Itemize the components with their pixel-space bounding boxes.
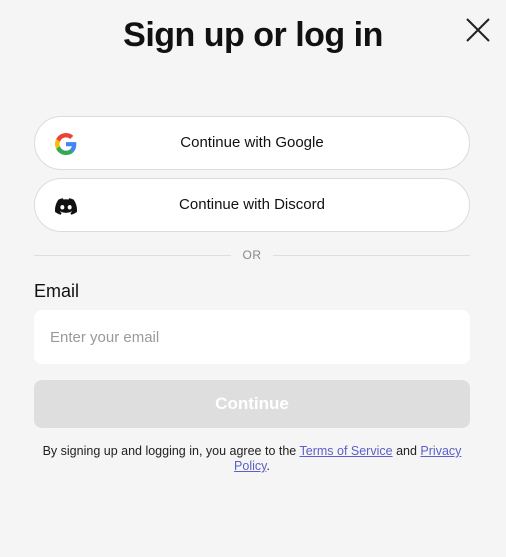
google-button-label: Continue with Google xyxy=(180,134,324,151)
terms-of-service-link[interactable]: Terms of Service xyxy=(300,444,393,458)
close-button[interactable] xyxy=(462,14,494,46)
divider-line-right xyxy=(273,255,470,256)
terms-suffix: . xyxy=(266,459,270,473)
email-input[interactable] xyxy=(34,310,470,364)
continue-button[interactable]: Continue xyxy=(34,380,470,428)
auth-dialog: Sign up or log in Continue with Google C… xyxy=(0,0,506,557)
continue-with-discord-button[interactable]: Continue with Discord xyxy=(34,178,470,232)
dialog-title: Sign up or log in xyxy=(123,16,383,54)
or-divider: OR xyxy=(34,246,470,266)
terms-prefix: By signing up and logging in, you agree … xyxy=(42,444,297,458)
terms-notice: By signing up and logging in, you agree … xyxy=(34,444,470,474)
close-icon xyxy=(466,18,490,42)
divider-line-left xyxy=(34,255,231,256)
continue-with-google-button[interactable]: Continue with Google xyxy=(34,116,470,170)
email-label: Email xyxy=(34,281,80,301)
discord-button-label: Continue with Discord xyxy=(179,196,325,213)
divider-or-text: OR xyxy=(242,248,262,262)
terms-and: and xyxy=(396,444,417,458)
